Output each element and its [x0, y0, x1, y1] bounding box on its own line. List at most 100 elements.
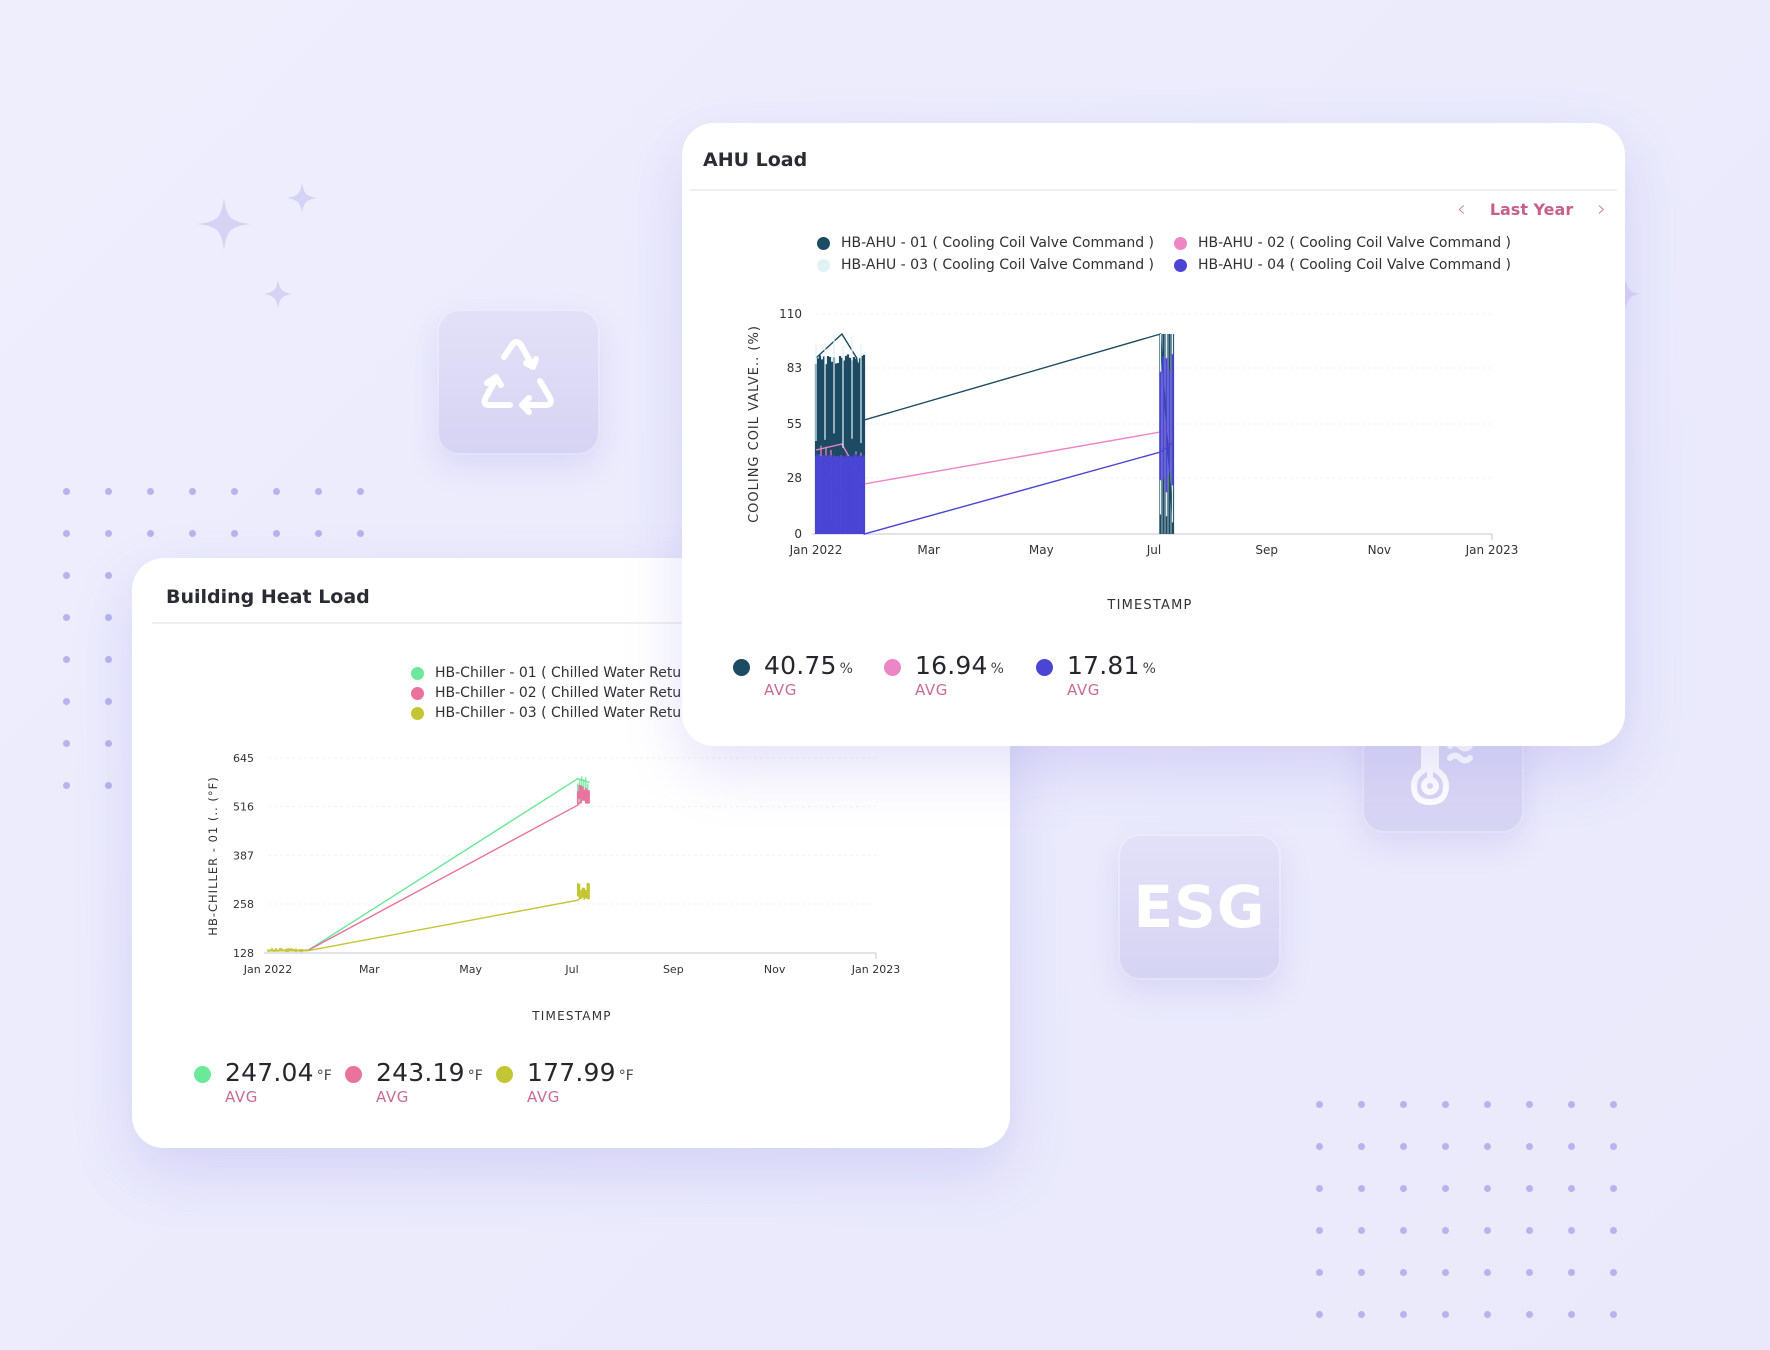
decor-dot	[1526, 1143, 1533, 1150]
decor-dot	[1358, 1185, 1365, 1192]
decor-dot	[1316, 1143, 1323, 1150]
x-tick-label: Jan 2023	[851, 963, 900, 976]
decor-dot	[1400, 1143, 1407, 1150]
y-tick-label: 128	[233, 947, 254, 960]
decor-dot	[1484, 1269, 1491, 1276]
x-tick-label: Jul	[564, 963, 578, 976]
series-line	[815, 441, 1174, 535]
stat-label: AVG	[527, 1088, 560, 1106]
y-tick-label: 28	[787, 471, 802, 485]
y-tick-label: 55	[787, 417, 802, 431]
decor-dot	[1400, 1185, 1407, 1192]
stat-unit: %	[1142, 661, 1156, 677]
decor-dot	[1400, 1101, 1407, 1108]
decor-dot	[105, 656, 112, 663]
x-tick-label: Jan 2023	[1465, 543, 1519, 557]
decor-dot	[147, 488, 154, 495]
decor-dot	[63, 488, 70, 495]
esg-label: ESG	[1133, 873, 1266, 941]
decor-dot	[1568, 1269, 1575, 1276]
decor-dot	[1526, 1311, 1533, 1318]
decor-dot	[1400, 1311, 1407, 1318]
decor-dot	[1610, 1227, 1617, 1234]
series-4	[815, 354, 1174, 535]
stat-chiller-03: 177.99 °F AVG	[496, 1058, 634, 1106]
x-tick-label: Jan 2022	[789, 543, 843, 557]
y-tick-label: 387	[233, 849, 254, 862]
series-line	[268, 791, 591, 952]
stat-value: 243.19	[376, 1058, 465, 1087]
stat-ahu-02: 16.94 % AVG	[884, 651, 1004, 699]
decor-dot	[231, 530, 238, 537]
y-tick-label: 83	[787, 361, 802, 375]
decor-dot	[63, 782, 70, 789]
series-3	[815, 334, 1174, 523]
decor-dot	[1484, 1101, 1491, 1108]
x-tick-label: Mar	[359, 963, 380, 976]
decor-dot	[1442, 1227, 1449, 1234]
series-1	[268, 776, 590, 952]
stat-unit: °F	[316, 1068, 332, 1084]
y-tick-label: 110	[779, 307, 802, 321]
decor-dot	[1358, 1269, 1365, 1276]
decor-dot	[1484, 1143, 1491, 1150]
decor-dot	[1568, 1143, 1575, 1150]
stat-ahu-04: 17.81 % AVG	[1036, 651, 1156, 699]
stat-label: AVG	[764, 681, 797, 699]
y-axis-title: HB-CHILLER - 01 (.. (°F)	[206, 776, 220, 935]
ahu-load-card: AHU Load ‹ Last Year › HB-AHU - 01 ( Coo…	[682, 123, 1625, 746]
decor-dot	[1526, 1269, 1533, 1276]
y-axis-title: COOLING COIL VALVE.. (%)	[747, 325, 762, 523]
decor-dot	[1526, 1185, 1533, 1192]
stat-swatch	[194, 1066, 211, 1083]
x-tick-label: May	[1029, 543, 1054, 557]
esg-tile: ESG	[1118, 834, 1281, 980]
decor-dot	[1400, 1227, 1407, 1234]
decor-dot	[1568, 1311, 1575, 1318]
decor-dot	[1358, 1143, 1365, 1150]
stat-unit: %	[990, 661, 1004, 677]
sparkle-icon	[287, 183, 317, 213]
stat-value: 17.81	[1067, 651, 1140, 680]
decor-dot	[1442, 1101, 1449, 1108]
sparkle-icon	[198, 198, 250, 250]
x-tick-label: Nov	[1368, 543, 1391, 557]
stat-label: AVG	[225, 1088, 258, 1106]
stat-value: 16.94	[915, 651, 988, 680]
decor-dot	[1316, 1101, 1323, 1108]
x-tick-label: Sep	[663, 963, 684, 976]
decor-dot	[1358, 1311, 1365, 1318]
decor-dot	[189, 530, 196, 537]
decor-dot	[1442, 1185, 1449, 1192]
decor-dot	[105, 740, 112, 747]
decor-dot	[105, 614, 112, 621]
decor-dot	[1610, 1185, 1617, 1192]
series-line	[268, 777, 590, 952]
decor-dot	[315, 488, 322, 495]
decor-dot	[1610, 1143, 1617, 1150]
stat-unit: °F	[467, 1068, 483, 1084]
x-axis-title: TIMESTAMP	[531, 1009, 611, 1023]
decor-dot	[63, 614, 70, 621]
decor-dot	[273, 488, 280, 495]
series-line	[268, 891, 590, 952]
decor-dot	[105, 782, 112, 789]
decor-dot	[105, 698, 112, 705]
decor-dot	[357, 530, 364, 537]
decor-dot	[315, 530, 322, 537]
x-tick-label: May	[459, 963, 482, 976]
stat-swatch	[1036, 659, 1053, 676]
stat-ahu-01: 40.75 % AVG	[733, 651, 853, 699]
decor-dot	[1316, 1227, 1323, 1234]
y-tick-label: 258	[233, 898, 254, 911]
stat-value: 247.04	[225, 1058, 314, 1087]
recycle-icon	[481, 339, 554, 415]
stat-value: 40.75	[764, 651, 837, 680]
decor-dot	[1316, 1311, 1323, 1318]
stat-label: AVG	[915, 681, 948, 699]
decor-dot	[63, 740, 70, 747]
decor-dot	[63, 698, 70, 705]
stat-swatch	[496, 1066, 513, 1083]
decor-dot	[1316, 1185, 1323, 1192]
y-tick-label: 0	[794, 527, 802, 541]
